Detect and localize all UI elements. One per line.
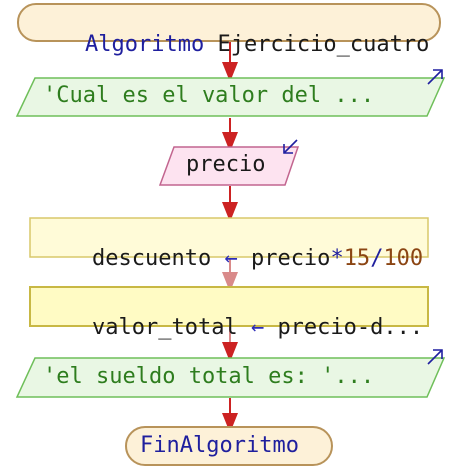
assign-1-var: precio <box>250 246 331 271</box>
start-label: Algoritmo Ejercicio_cuatro <box>32 12 429 78</box>
process-2-text: valor_total ← precio-d... <box>39 295 423 361</box>
assign-1-op1: * <box>330 246 344 271</box>
assign-1-arrow: ← <box>224 246 238 271</box>
end-label: FinAlgoritmo <box>140 433 299 458</box>
process-1-text: descuento ← precio*15/100 <box>39 226 423 292</box>
input-1-text: precio <box>186 152 266 177</box>
flowchart-canvas: Algoritmo Ejercicio_cuatro 'Cual es el v… <box>0 0 466 471</box>
output-2-text: 'el sueldo total es: '... <box>43 364 375 389</box>
assign-2-expr: precio-d... <box>277 315 424 340</box>
output-1-text: 'Cual es el valor del ... <box>43 83 375 108</box>
assign-1-op2: / <box>370 246 384 271</box>
assign-1-target: descuento <box>91 246 212 271</box>
assign-2-arrow: ← <box>250 315 265 340</box>
assign-2-target: valor_total <box>91 315 238 340</box>
algorithm-name: Ejercicio_cuatro <box>217 32 430 57</box>
assign-1-num1: 15 <box>343 246 371 271</box>
start-keyword: Algoritmo <box>84 32 205 57</box>
assign-1-num2: 100 <box>383 246 424 271</box>
